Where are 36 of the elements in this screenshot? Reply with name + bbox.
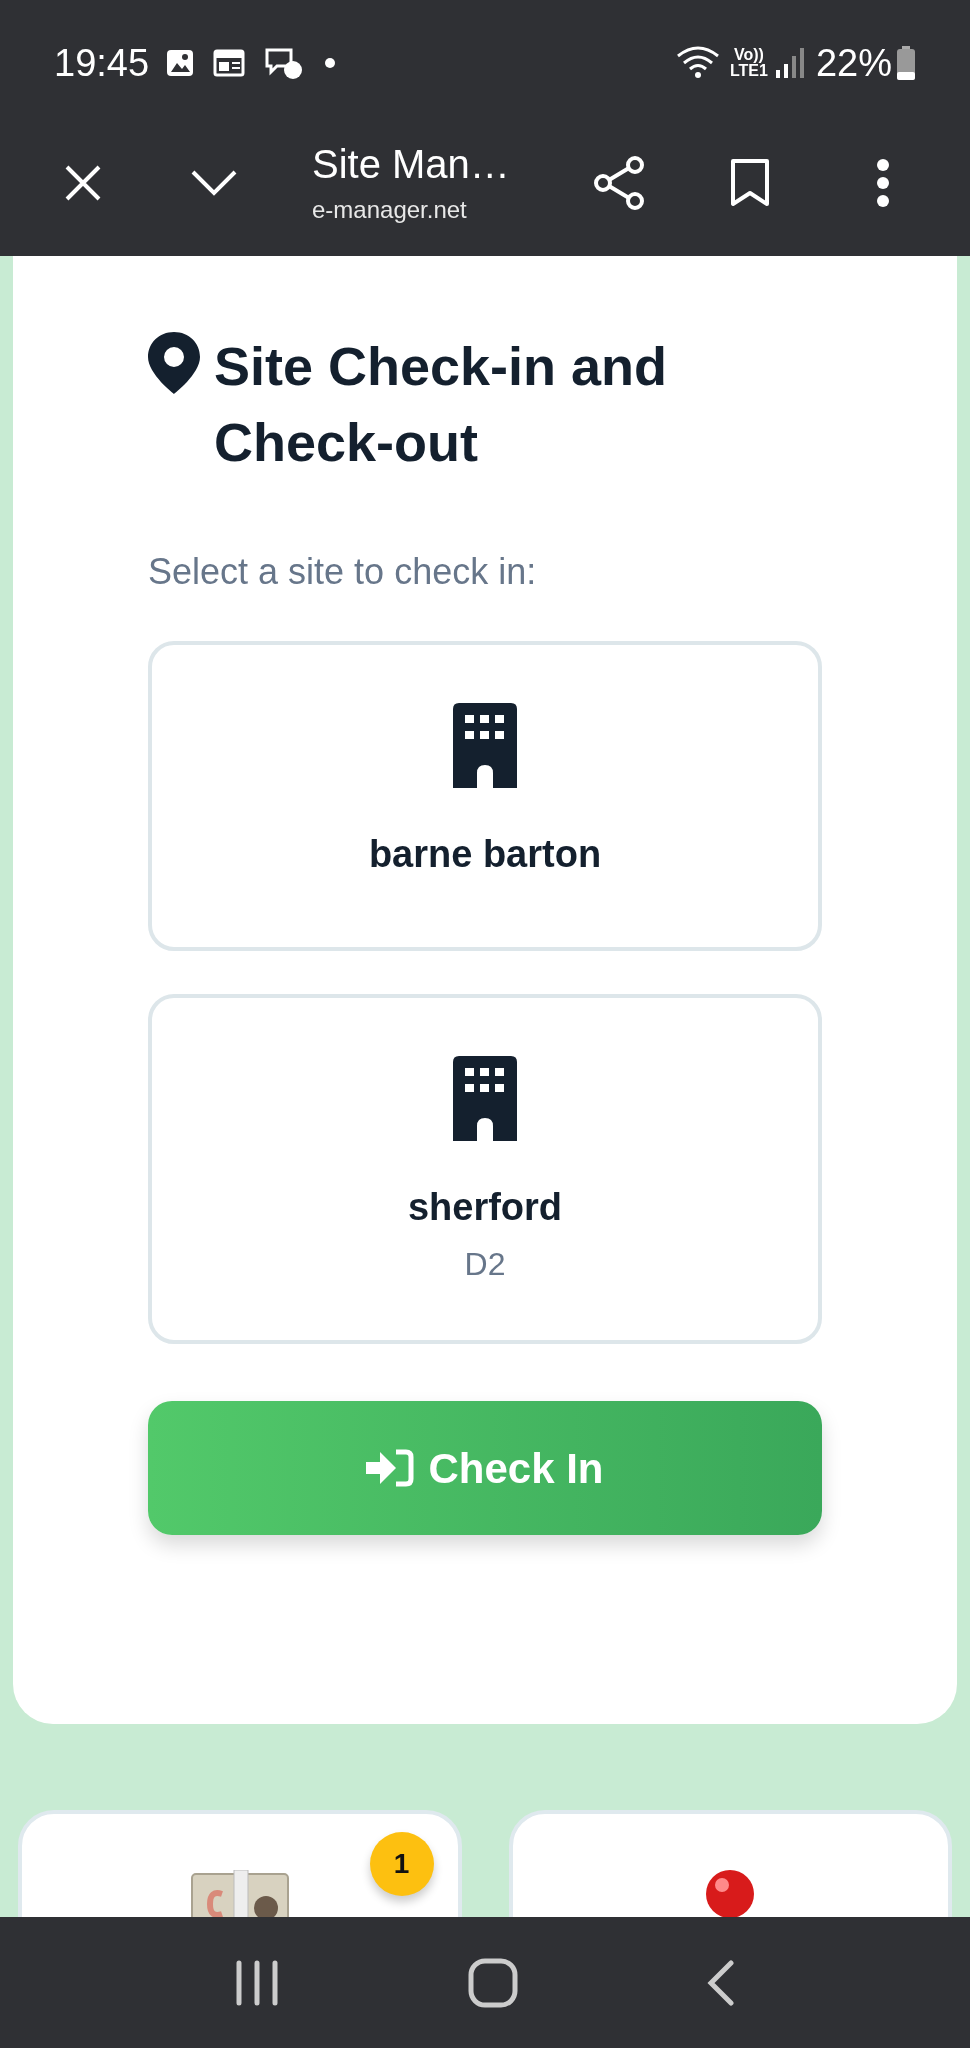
dot-icon: [325, 58, 336, 68]
clock-time: 19:45: [54, 40, 150, 86]
cash-stack-icon: [189, 1870, 290, 1917]
page-heading: Site Check-in and Check-out: [214, 335, 669, 474]
site-option[interactable]: sherford D2: [148, 994, 822, 1344]
image-icon: [165, 48, 196, 78]
page-title: Site Man…: [312, 141, 511, 188]
building-icon: [453, 703, 517, 788]
building-icon: [453, 1056, 517, 1141]
site-name: sherford: [407, 1185, 563, 1230]
page-url: e-manager.net: [312, 195, 468, 225]
site-option[interactable]: barne barton: [148, 641, 822, 951]
close-icon[interactable]: [64, 164, 102, 202]
back-icon[interactable]: [707, 1959, 736, 2006]
battery-icon: [896, 46, 916, 80]
sign-in-icon: [366, 1448, 415, 1488]
site-detail: D2: [464, 1245, 506, 1284]
home-icon[interactable]: [468, 1957, 518, 2008]
site-prompt: Select a site to check in:: [148, 550, 538, 594]
recent-apps-icon[interactable]: [234, 1959, 279, 2006]
share-icon[interactable]: [592, 155, 646, 211]
chevron-down-icon[interactable]: [190, 169, 238, 197]
battery-percent: 22%: [815, 40, 892, 86]
map-pin-icon: [148, 332, 200, 394]
wifi-icon: [676, 46, 720, 80]
pushpin-icon: [704, 1870, 757, 1917]
more-icon[interactable]: [876, 158, 890, 208]
chat-icon: [263, 46, 304, 80]
calendar-icon: [213, 49, 246, 77]
signal-icon: [775, 48, 804, 78]
shortcut-tile[interactable]: 1: [18, 1810, 462, 1917]
volte-label: Vo)): [734, 47, 764, 63]
bookmark-icon[interactable]: [730, 158, 770, 208]
site-name: barne barton: [368, 832, 602, 877]
count-badge: 1: [369, 1832, 434, 1896]
network-label: LTE1: [730, 63, 768, 79]
